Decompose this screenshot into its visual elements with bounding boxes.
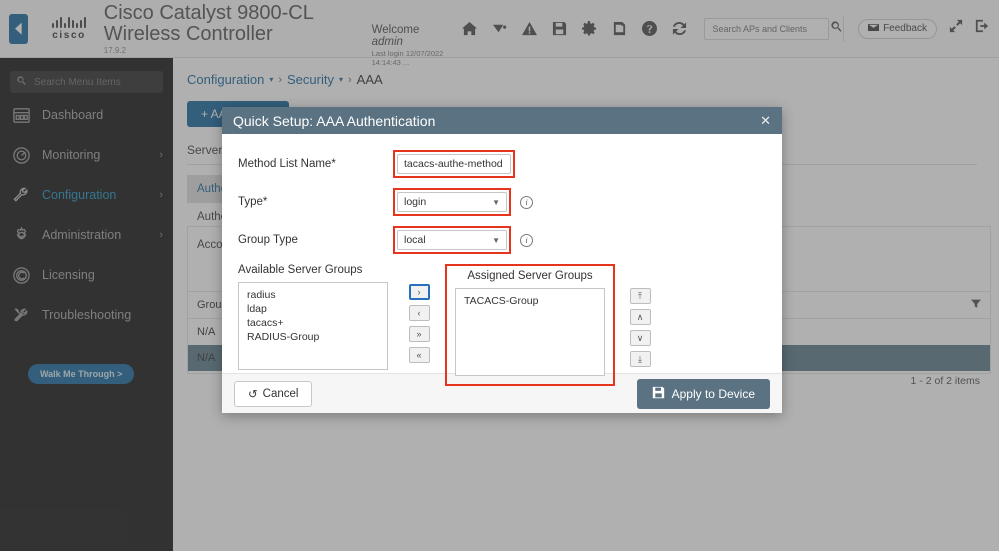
info-icon[interactable]: i (520, 233, 533, 247)
list-item[interactable]: ldap (239, 302, 387, 316)
type-highlight: login ▼ (393, 188, 511, 216)
quick-setup-dialog: Quick Setup: AAA Authentication ✕ Method… (222, 107, 782, 413)
type-row: Type* login ▼ i (238, 188, 766, 216)
move-all-left-button[interactable]: « (408, 347, 430, 363)
move-all-right-button[interactable]: » (408, 326, 430, 342)
move-down-button[interactable]: ∨ (629, 330, 651, 346)
dialog-body: Method List Name* Type* login ▼ i Group … (222, 134, 782, 386)
available-groups-column: Available Server Groups radius ldap taca… (238, 264, 393, 386)
type-label: Type* (238, 196, 268, 208)
list-item[interactable]: radius (239, 288, 387, 302)
method-list-name-input[interactable] (397, 154, 511, 174)
server-groups-section: Available Server Groups radius ldap taca… (238, 264, 766, 386)
list-item[interactable]: TACACS-Group (456, 294, 604, 308)
assigned-groups-list[interactable]: TACACS-Group (455, 288, 605, 376)
type-select[interactable]: login ▼ (397, 192, 507, 212)
group-type-selected-value: local (404, 234, 426, 246)
move-to-bottom-button[interactable]: ⤓ (629, 351, 651, 367)
chevron-down-icon[interactable]: ▼ (492, 236, 500, 245)
move-left-button[interactable]: ‹ (408, 305, 430, 321)
method-list-name-label: Method List Name* (238, 158, 336, 170)
list-item[interactable]: tacacs+ (239, 316, 387, 330)
app-root: cisco Cisco Catalyst 9800-CL Wireless Co… (0, 0, 999, 551)
assigned-groups-highlight: Assigned Server Groups TACACS-Group (445, 264, 615, 386)
available-groups-list[interactable]: radius ldap tacacs+ RADIUS-Group (238, 282, 388, 370)
group-type-select[interactable]: local ▼ (397, 230, 507, 250)
undo-icon: ↺ (248, 388, 258, 401)
reorder-button-column: ⤒ ∧ ∨ ⤓ (615, 264, 665, 386)
dialog-header: Quick Setup: AAA Authentication ✕ (222, 107, 782, 134)
available-groups-title: Available Server Groups (238, 264, 363, 276)
close-icon[interactable]: ✕ (760, 113, 771, 129)
method-list-name-row: Method List Name* (238, 150, 766, 178)
cancel-label: Cancel (262, 387, 299, 400)
apply-to-device-button[interactable]: Apply to Device (636, 378, 770, 409)
chevron-down-icon[interactable]: ▼ (492, 198, 500, 207)
save-icon (652, 386, 665, 402)
move-up-button[interactable]: ∧ (629, 309, 651, 325)
group-type-label: Group Type (238, 234, 298, 246)
move-to-top-button[interactable]: ⤒ (629, 288, 651, 304)
group-type-row: Group Type local ▼ i (238, 226, 766, 254)
assigned-groups-title: Assigned Server Groups (467, 270, 593, 282)
apply-label: Apply to Device (671, 386, 755, 401)
type-selected-value: login (404, 196, 427, 208)
info-icon[interactable]: i (520, 195, 533, 209)
dialog-title: Quick Setup: AAA Authentication (233, 112, 436, 129)
transfer-button-column: › ‹ » « (393, 264, 445, 386)
method-list-name-highlight (393, 150, 515, 178)
cancel-button[interactable]: ↺ Cancel (234, 380, 313, 407)
list-item[interactable]: RADIUS-Group (239, 330, 387, 344)
group-type-highlight: local ▼ (393, 226, 511, 254)
move-right-button[interactable]: › (408, 284, 430, 300)
